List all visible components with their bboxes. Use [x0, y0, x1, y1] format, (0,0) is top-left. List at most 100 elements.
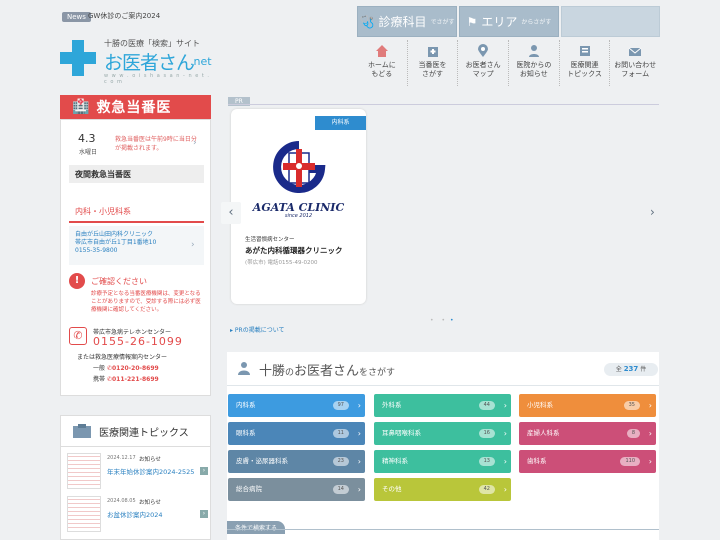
department-count: 16	[478, 429, 495, 438]
chevron-right-icon: ›	[503, 457, 507, 466]
nav-on-duty[interactable]: 当番医を さがす	[408, 40, 459, 86]
chevron-right-icon[interactable]: ›	[200, 467, 208, 475]
logo-url: w w w . o i s h a s a n - n e t . c o m	[104, 73, 211, 85]
mobile-number[interactable]: 011-221-8699	[112, 376, 159, 383]
chevron-right-icon[interactable]: ›	[200, 510, 208, 518]
department-button[interactable]: 総合病院 14 ›	[228, 478, 365, 501]
department-label: 小児科系	[527, 401, 553, 409]
department-count: 23	[332, 457, 349, 466]
department-label: 歯科系	[527, 457, 547, 465]
chevron-right-icon: ›	[648, 401, 652, 410]
general-number[interactable]: 0120-20-8699	[112, 365, 159, 372]
nav-notices[interactable]: 医院からの お知らせ	[509, 40, 560, 86]
clinic-subtitle: 生活習慣病センター	[245, 237, 295, 243]
news-link[interactable]: GW休診のご案内2024	[88, 11, 160, 21]
night-emergency-heading: 夜間救急当番医	[69, 165, 204, 183]
nav-map[interactable]: お医者さん マップ	[458, 40, 510, 86]
news-tag: News	[62, 12, 91, 22]
chevron-right-icon: ›	[648, 429, 652, 438]
department-label: 産婦人科系	[527, 429, 560, 437]
warning-title: ご確認ください	[91, 277, 147, 286]
department-label: 内科系	[236, 401, 256, 409]
emergency-panel: 4.3 水曜日 救急当番医は午前9時に当日分が掲載されます。 › 夜間救急当番医…	[60, 119, 211, 396]
carousel-next-button[interactable]: ›	[650, 205, 655, 219]
department-button[interactable]: 歯科系 110 ›	[519, 450, 656, 473]
department-button[interactable]: 内科系 97 ›	[228, 394, 365, 417]
topic-date: 2024.08.05	[107, 498, 136, 504]
nav-contact[interactable]: お問い合わせ フォーム	[610, 40, 660, 86]
search-title-wo: をさがす	[359, 368, 396, 378]
pr-info-link-label: PRの掲載について	[234, 327, 285, 334]
department-button[interactable]: 精神科系 13 ›	[374, 450, 511, 473]
emergency-header: 🏥 救急当番医	[60, 95, 211, 119]
department-button[interactable]: 眼科系 11 ›	[228, 422, 365, 445]
tel-center-number[interactable]: 0155-26-1099	[93, 335, 183, 348]
chevron-right-icon[interactable]: ›	[193, 138, 197, 148]
topic-title[interactable]: お盆休診案内2024	[107, 509, 199, 519]
department-count: 42	[478, 485, 495, 494]
general-tel-row: 一般 ✆0120-20-8699	[93, 363, 159, 372]
department-label: 総合病院	[236, 485, 262, 493]
clinic-address: 帯広市自由が丘1丁目1番地10	[75, 239, 157, 246]
pr-clinic-card[interactable]: 内科系 AGATA CLINIC since 2012 生活習慣病センター あが…	[231, 109, 366, 304]
department-count: 110	[620, 457, 640, 466]
emergency-date: 4.3	[78, 132, 96, 145]
department-button[interactable]: 産婦人科系 8 ›	[519, 422, 656, 445]
search-title-pre: 十勝	[259, 364, 286, 379]
department-button[interactable]: 小児科系 35 ›	[519, 394, 656, 417]
mail-icon	[628, 47, 642, 56]
nav-topics[interactable]: 医療関連 トピックス	[560, 40, 611, 86]
condition-search-tab[interactable]: 条件で検索する	[227, 521, 286, 534]
department-label: 皮膚・泌尿器科系	[236, 457, 288, 465]
total-count: 237	[623, 365, 639, 373]
search-by-department-button[interactable]: 🩺 診療科目 でさがす	[357, 6, 457, 37]
map-pin-icon	[478, 44, 489, 57]
logo-title: お医者さん	[104, 52, 195, 74]
pediatrics-clinic-card[interactable]: 自由が丘山田内科クリニック 帯広市自由が丘1丁目1番地10 0155-35-98…	[69, 226, 204, 265]
clinic-logo-icon	[273, 141, 326, 193]
department-button[interactable]: 耳鼻咽喉科系 16 ›	[374, 422, 511, 445]
chevron-right-icon[interactable]: ›	[191, 240, 195, 250]
department-label: その他	[382, 485, 402, 493]
carousel-prev-button[interactable]: ‹	[221, 202, 241, 224]
info-center-name: または救急医療情報案内センター	[77, 354, 168, 361]
news-icon	[579, 46, 590, 56]
topic-item[interactable]: 2024.12.17 お知らせ 年末年始休診案内2024-2525 ›	[67, 453, 208, 491]
house-icon	[375, 45, 388, 57]
search-divider	[227, 385, 659, 386]
emergency-message[interactable]: 救急当番医は午前9時に当日分が掲載されます。	[115, 135, 200, 153]
emergency-day: 水曜日	[79, 149, 98, 156]
carousel-dots[interactable]: • •	[430, 317, 448, 324]
mobile-label: 携帯	[93, 376, 106, 383]
clinic-tel: 0155-35-9800	[75, 247, 118, 254]
mobile-tel-row: 携帯 ✆011-221-8699	[93, 374, 159, 383]
search-title: 十勝のお医者さんをさがす	[259, 360, 395, 379]
general-label: 一般	[93, 365, 106, 372]
chevron-right-icon: ›	[357, 429, 361, 438]
chevron-right-icon: ›	[648, 457, 652, 466]
carousel-dot-active[interactable]: •	[450, 317, 454, 324]
pr-info-link[interactable]: ▸ PRの掲載について	[230, 325, 285, 334]
topic-item[interactable]: 2024.08.05 お知らせ お盆休診案内2024 ›	[67, 496, 208, 534]
doctor-icon	[528, 45, 539, 57]
topic-category: お知らせ	[139, 457, 161, 463]
department-button[interactable]: その他 42 ›	[374, 478, 511, 501]
emergency-title: 救急当番医	[96, 100, 172, 116]
nav-home[interactable]: ホームに もどる	[357, 40, 408, 86]
department-count: 11	[332, 429, 349, 438]
department-label: 精神科系	[382, 457, 408, 465]
topic-thumbnail	[67, 453, 101, 489]
search-by-area-button[interactable]: ⚑ エリア からさがす	[459, 6, 559, 37]
department-button[interactable]: 外科系 44 ›	[374, 394, 511, 417]
site-logo[interactable]: 十勝の医療「検索」サイト お医者さん .net w w w . o i s h …	[60, 38, 214, 88]
hospital-icon: 🏥	[72, 99, 91, 115]
topic-title[interactable]: 年末年始休診案内2024-2525	[107, 466, 199, 476]
nav-map-label: お医者さん マップ	[465, 61, 501, 78]
nav-home-label: ホームに もどる	[367, 61, 396, 78]
department-button[interactable]: 皮膚・泌尿器科系 23 ›	[228, 450, 365, 473]
pr-category-badge: 内科系	[315, 116, 366, 130]
news-icon	[73, 424, 91, 438]
total-count-badge: 全 237 件	[604, 363, 658, 376]
area-button-small: からさがす	[521, 19, 552, 26]
clinic-name[interactable]: あがた内科循環器クリニック	[245, 245, 343, 256]
